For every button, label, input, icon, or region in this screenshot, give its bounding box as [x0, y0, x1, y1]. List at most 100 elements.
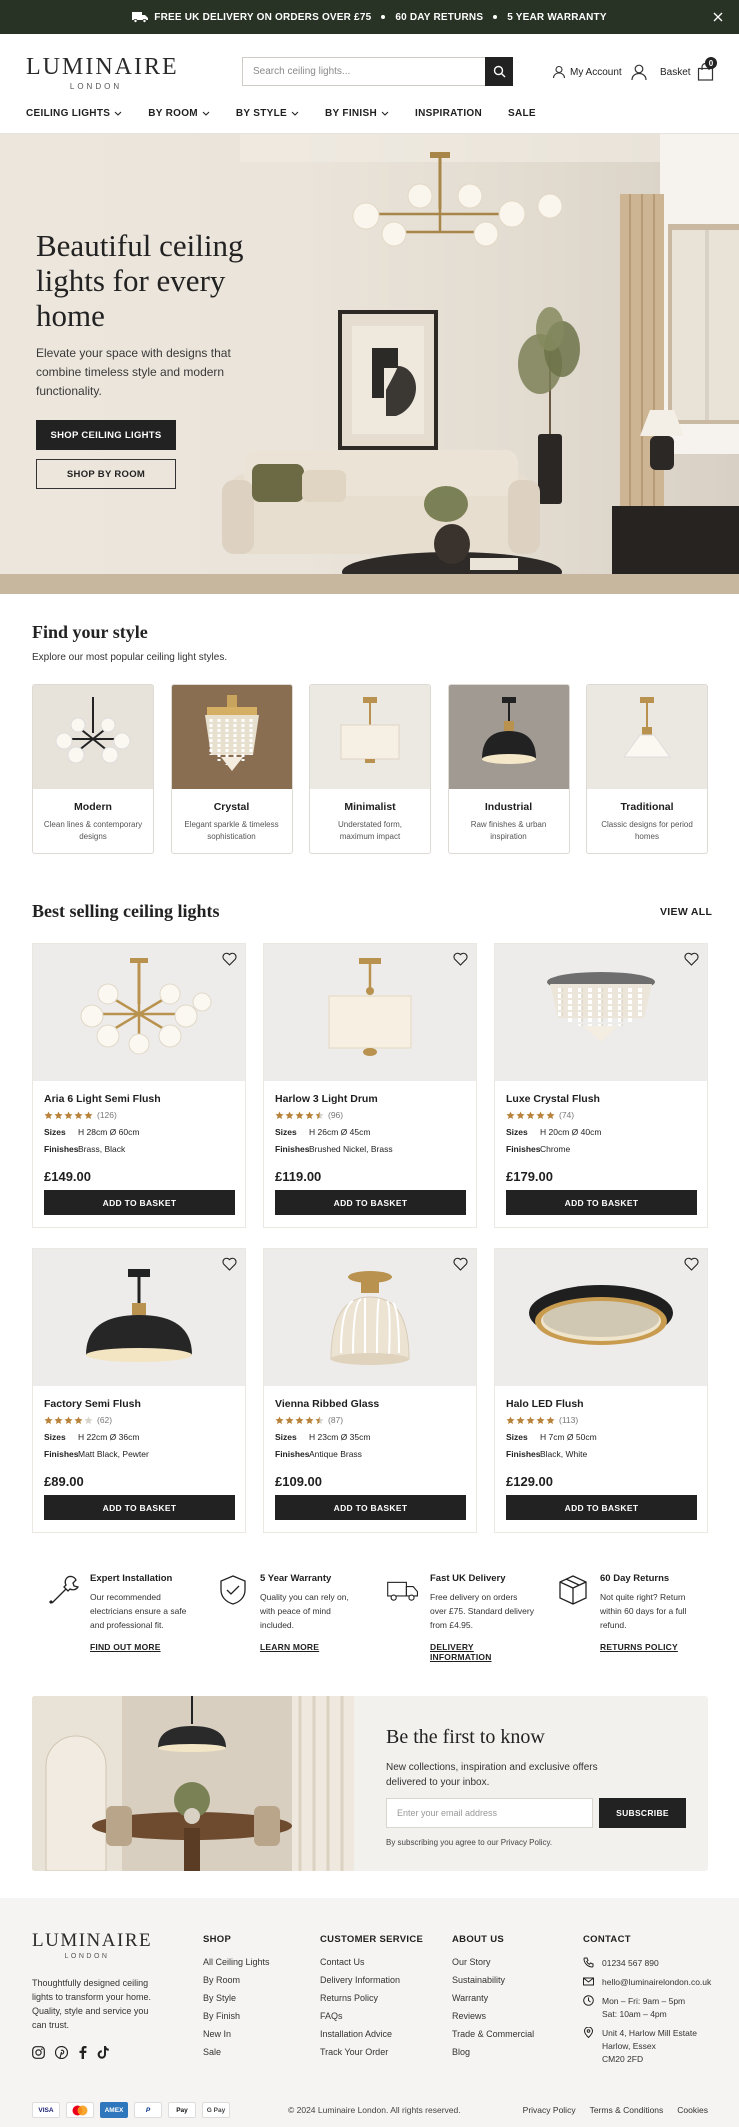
add-to-basket-button[interactable]: ADD TO BASKET	[506, 1495, 697, 1520]
subscribe-button[interactable]: SUBSCRIBE	[599, 1798, 686, 1828]
search-icon	[493, 65, 505, 78]
footer-link[interactable]: By Room	[203, 1975, 270, 1986]
view-all-link[interactable]: VIEW ALL	[660, 906, 712, 918]
find-out-more-link[interactable]: FIND OUT MORE	[90, 1642, 196, 1652]
product-price: £109.00	[275, 1474, 322, 1489]
footer-link[interactable]: Track Your Order	[320, 2047, 423, 2058]
industrial-light-image	[448, 685, 569, 789]
nav-ceiling-lights[interactable]: CEILING LIGHTS	[26, 108, 122, 119]
hero-title: Beautiful ceiling lights for every home	[36, 228, 244, 333]
style-card-minimalist[interactable]: Minimalist Understated form, maximum imp…	[309, 684, 431, 854]
style-card-traditional[interactable]: Traditional Classic designs for period h…	[586, 684, 708, 854]
address-line: CM20 2FD	[602, 2054, 644, 2064]
apple-pay-icon: Pay	[168, 2102, 196, 2118]
footer-link[interactable]: New In	[203, 2029, 270, 2040]
style-name: Modern	[74, 801, 112, 813]
delivery-information-link[interactable]: DELIVERY INFORMATION	[430, 1642, 536, 1662]
style-name: Industrial	[484, 801, 533, 813]
style-name: Crystal	[213, 801, 250, 813]
star-icon	[536, 1415, 545, 1424]
product-card[interactable]: Aria 6 Light Semi Flush (126) Sizes H 28c…	[32, 943, 246, 1228]
product-card[interactable]: Harlow 3 Light Drum (96) Sizes H 26cm Ø 4…	[263, 943, 477, 1228]
star-icon	[315, 1415, 324, 1424]
shop-ceiling-lights-button[interactable]: SHOP CEILING LIGHTS	[36, 420, 176, 450]
separator-dot	[381, 15, 386, 19]
star-rating	[275, 1110, 324, 1120]
tiktok-icon[interactable]	[97, 2046, 109, 2059]
heart-icon[interactable]	[684, 952, 699, 966]
nav-inspiration[interactable]: INSPIRATION	[415, 108, 482, 119]
pinterest-icon[interactable]	[55, 2046, 68, 2059]
account-link[interactable]: My Account	[552, 63, 648, 81]
finishes-label: Finishes	[506, 1449, 541, 1459]
style-card-crystal[interactable]: Crystal Elegant sparkle & timeless sophi…	[170, 684, 293, 854]
nav-by-room[interactable]: BY ROOM	[148, 108, 210, 119]
sizes-value: H 28cm Ø 60cm	[78, 1127, 140, 1137]
footer-link[interactable]: Warranty	[452, 1993, 534, 2004]
add-to-basket-button[interactable]: ADD TO BASKET	[506, 1190, 697, 1215]
footer-link[interactable]: Sale	[203, 2047, 270, 2058]
truck-icon	[132, 11, 149, 23]
add-to-basket-button[interactable]: ADD TO BASKET	[44, 1495, 235, 1520]
cookies-link[interactable]: Cookies	[677, 2105, 708, 2115]
footer-link[interactable]: Blog	[452, 2047, 534, 2058]
footer-link[interactable]: All Ceiling Lights	[203, 1957, 270, 1968]
footer-link[interactable]: By Style	[203, 1993, 270, 2004]
privacy-policy-link[interactable]: Privacy Policy	[523, 2105, 576, 2115]
heart-icon[interactable]	[684, 1257, 699, 1271]
heart-icon[interactable]	[453, 952, 468, 966]
sizes-value: H 23cm Ø 35cm	[309, 1432, 371, 1442]
star-icon	[526, 1415, 535, 1424]
finishes-value: Brushed Nickel, Brass	[309, 1144, 393, 1154]
product-card[interactable]: Luxe Crystal Flush (74) Sizes H 20cm Ø 40…	[494, 943, 708, 1228]
nav-by-finish[interactable]: BY FINISH	[325, 108, 389, 119]
add-to-basket-button[interactable]: ADD TO BASKET	[275, 1190, 466, 1215]
footer-link[interactable]: Reviews	[452, 2011, 534, 2022]
footer-link[interactable]: Sustainability	[452, 1975, 534, 1986]
footer-link[interactable]: Our Story	[452, 1957, 534, 1968]
learn-more-link[interactable]: LEARN MORE	[260, 1642, 366, 1652]
footer-link[interactable]: By Finish	[203, 2011, 270, 2022]
nav-sale[interactable]: SALE	[508, 108, 536, 119]
footer-link[interactable]: Trade & Commercial	[452, 2029, 534, 2040]
footer-link[interactable]: Installation Advice	[320, 2029, 423, 2040]
returns-policy-link[interactable]: RETURNS POLICY	[600, 1642, 706, 1652]
style-card-modern[interactable]: Modern Clean lines & contemporary design…	[32, 684, 154, 854]
footer-link[interactable]: FAQs	[320, 2011, 423, 2022]
footer-logo[interactable]: LUMINAIRE LONDON	[32, 1930, 151, 1960]
instagram-icon[interactable]	[32, 2046, 45, 2059]
heart-icon[interactable]	[222, 1257, 237, 1271]
search-button[interactable]	[485, 57, 513, 86]
traditional-light-image	[587, 685, 707, 789]
footer-link[interactable]: Contact Us	[320, 1957, 423, 1968]
best-selling-title: Best selling ceiling lights	[32, 901, 220, 921]
review-count: (113)	[559, 1415, 579, 1425]
product-card[interactable]: Factory Semi Flush (62) Sizes H 22cm Ø 36…	[32, 1248, 246, 1533]
email-field[interactable]	[386, 1798, 593, 1828]
contact-phone[interactable]: 01234 567 890	[583, 1957, 733, 1970]
product-sizes: Sizes H 20cm Ø 40cm	[506, 1127, 707, 1137]
add-to-basket-button[interactable]: ADD TO BASKET	[44, 1190, 235, 1215]
contact-address: Unit 4, Harlow Mill Estate Harlow, Essex C…	[583, 2027, 733, 2066]
logo[interactable]: LUMINAIRE LONDON	[26, 54, 177, 91]
terms-link[interactable]: Terms & Conditions	[590, 2105, 664, 2115]
product-card[interactable]: Vienna Ribbed Glass (87) Sizes H 23cm Ø 3…	[263, 1248, 477, 1533]
phone-number: 01234 567 890	[602, 1958, 659, 1968]
finishes-label: Finishes	[506, 1144, 541, 1154]
search-input[interactable]	[242, 57, 485, 86]
style-card-industrial[interactable]: Industrial Raw finishes & urban inspirat…	[447, 684, 570, 854]
close-icon[interactable]	[711, 10, 725, 24]
footer-link[interactable]: Delivery Information	[320, 1975, 423, 1986]
heart-icon[interactable]	[453, 1257, 468, 1271]
add-to-basket-button[interactable]: ADD TO BASKET	[275, 1495, 466, 1520]
facebook-icon[interactable]	[78, 2046, 87, 2059]
usp-title: Expert Installation	[90, 1573, 173, 1584]
footer-link[interactable]: Returns Policy	[320, 1993, 423, 2004]
contact-email[interactable]: hello@luminairelondon.co.uk	[583, 1976, 733, 1989]
shop-by-room-button[interactable]: SHOP BY ROOM	[36, 459, 176, 489]
heart-icon[interactable]	[222, 952, 237, 966]
nav-by-style[interactable]: BY STYLE	[236, 108, 299, 119]
finishes-value: Chrome	[540, 1144, 571, 1154]
product-card[interactable]: Halo LED Flush (113) Sizes H 7cm Ø 50cm F…	[494, 1248, 708, 1533]
clock-icon	[583, 1995, 594, 2006]
